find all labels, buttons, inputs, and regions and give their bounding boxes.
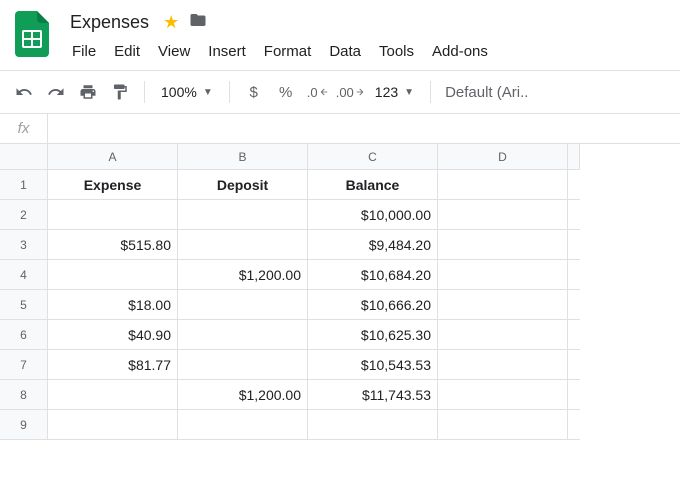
sheets-logo-icon[interactable]: [12, 8, 52, 60]
menu-view[interactable]: View: [150, 39, 198, 64]
cell[interactable]: [568, 230, 580, 260]
undo-button[interactable]: [10, 78, 38, 106]
star-icon[interactable]: ★: [163, 12, 179, 33]
document-title[interactable]: Expenses: [66, 10, 153, 35]
cell[interactable]: [178, 320, 308, 350]
cell[interactable]: [568, 380, 580, 410]
cell[interactable]: $40.90: [48, 320, 178, 350]
cell[interactable]: $10,684.20: [308, 260, 438, 290]
row-header[interactable]: 1: [0, 170, 48, 200]
toolbar-separator: [430, 81, 431, 103]
caret-down-icon: ▼: [404, 87, 414, 98]
format-percent-button[interactable]: %: [272, 78, 300, 106]
cell[interactable]: $81.77: [48, 350, 178, 380]
cell[interactable]: [48, 200, 178, 230]
cell[interactable]: [178, 200, 308, 230]
cell[interactable]: [438, 170, 568, 200]
cell[interactable]: $10,000.00: [308, 200, 438, 230]
fx-icon: fx: [0, 114, 48, 143]
cell[interactable]: Balance: [308, 170, 438, 200]
cell[interactable]: $515.80: [48, 230, 178, 260]
cell[interactable]: [438, 260, 568, 290]
cell[interactable]: [438, 200, 568, 230]
format-currency-button[interactable]: $: [240, 78, 268, 106]
more-formats-select[interactable]: 123 ▼: [369, 84, 420, 100]
row-header[interactable]: 4: [0, 260, 48, 290]
cell[interactable]: [178, 290, 308, 320]
menu-insert[interactable]: Insert: [200, 39, 254, 64]
row-header[interactable]: 8: [0, 380, 48, 410]
cell[interactable]: $9,484.20: [308, 230, 438, 260]
move-folder-icon[interactable]: [189, 11, 207, 34]
title-row: Expenses ★: [64, 8, 668, 37]
menu-file[interactable]: File: [64, 39, 104, 64]
increase-decimal-button[interactable]: .00: [336, 78, 365, 106]
paint-format-button[interactable]: [106, 78, 134, 106]
cell[interactable]: [438, 350, 568, 380]
print-button[interactable]: [74, 78, 102, 106]
cell[interactable]: [568, 290, 580, 320]
cell[interactable]: [308, 410, 438, 440]
select-all-corner[interactable]: [0, 144, 48, 170]
toolbar-separator: [144, 81, 145, 103]
row-header[interactable]: 9: [0, 410, 48, 440]
cell[interactable]: $1,200.00: [178, 380, 308, 410]
toolbar-separator: [229, 81, 230, 103]
cell[interactable]: $10,625.30: [308, 320, 438, 350]
cell[interactable]: [568, 410, 580, 440]
cell[interactable]: [438, 320, 568, 350]
row-header[interactable]: 6: [0, 320, 48, 350]
title-area: Expenses ★ File Edit View Insert Format …: [64, 8, 668, 70]
caret-down-icon: ▼: [203, 87, 213, 98]
header: Expenses ★ File Edit View Insert Format …: [0, 0, 680, 70]
menu-edit[interactable]: Edit: [106, 39, 148, 64]
row-header[interactable]: 3: [0, 230, 48, 260]
zoom-select[interactable]: 100% ▼: [155, 84, 219, 100]
decrease-decimal-button[interactable]: .0: [304, 78, 332, 106]
cell[interactable]: [438, 290, 568, 320]
font-select[interactable]: Default (Ari..: [441, 84, 532, 101]
cell[interactable]: [568, 320, 580, 350]
menu-tools[interactable]: Tools: [371, 39, 422, 64]
spreadsheet-grid: A B C D 1 Expense Deposit Balance 2 $10,…: [0, 144, 680, 440]
row-header[interactable]: 2: [0, 200, 48, 230]
cell[interactable]: [178, 410, 308, 440]
zoom-value: 100%: [161, 84, 197, 100]
cell[interactable]: [568, 170, 580, 200]
cell[interactable]: [438, 230, 568, 260]
cell[interactable]: $11,743.53: [308, 380, 438, 410]
formula-input[interactable]: [48, 114, 680, 143]
row-header[interactable]: 5: [0, 290, 48, 320]
column-header-partial[interactable]: [568, 144, 580, 170]
menu-format[interactable]: Format: [256, 39, 320, 64]
cell[interactable]: Expense: [48, 170, 178, 200]
formula-bar: fx: [0, 114, 680, 144]
cell[interactable]: $18.00: [48, 290, 178, 320]
cell[interactable]: [438, 380, 568, 410]
column-header[interactable]: D: [438, 144, 568, 170]
cell[interactable]: [178, 230, 308, 260]
column-header[interactable]: C: [308, 144, 438, 170]
cell[interactable]: [438, 410, 568, 440]
cell[interactable]: [48, 260, 178, 290]
cell[interactable]: [568, 260, 580, 290]
column-header[interactable]: B: [178, 144, 308, 170]
cell[interactable]: $10,543.53: [308, 350, 438, 380]
cell[interactable]: [48, 380, 178, 410]
menu-data[interactable]: Data: [321, 39, 369, 64]
cell[interactable]: [48, 410, 178, 440]
redo-button[interactable]: [42, 78, 70, 106]
cell[interactable]: [568, 200, 580, 230]
toolbar: 100% ▼ $ % .0 .00 123 ▼ Default (Ari..: [0, 70, 680, 114]
cell[interactable]: $10,666.20: [308, 290, 438, 320]
cell[interactable]: Deposit: [178, 170, 308, 200]
cell[interactable]: [568, 350, 580, 380]
cell[interactable]: [178, 350, 308, 380]
cell[interactable]: $1,200.00: [178, 260, 308, 290]
more-formats-label: 123: [375, 84, 398, 100]
column-header[interactable]: A: [48, 144, 178, 170]
menubar: File Edit View Insert Format Data Tools …: [64, 37, 668, 70]
row-header[interactable]: 7: [0, 350, 48, 380]
menu-addons[interactable]: Add-ons: [424, 39, 496, 64]
